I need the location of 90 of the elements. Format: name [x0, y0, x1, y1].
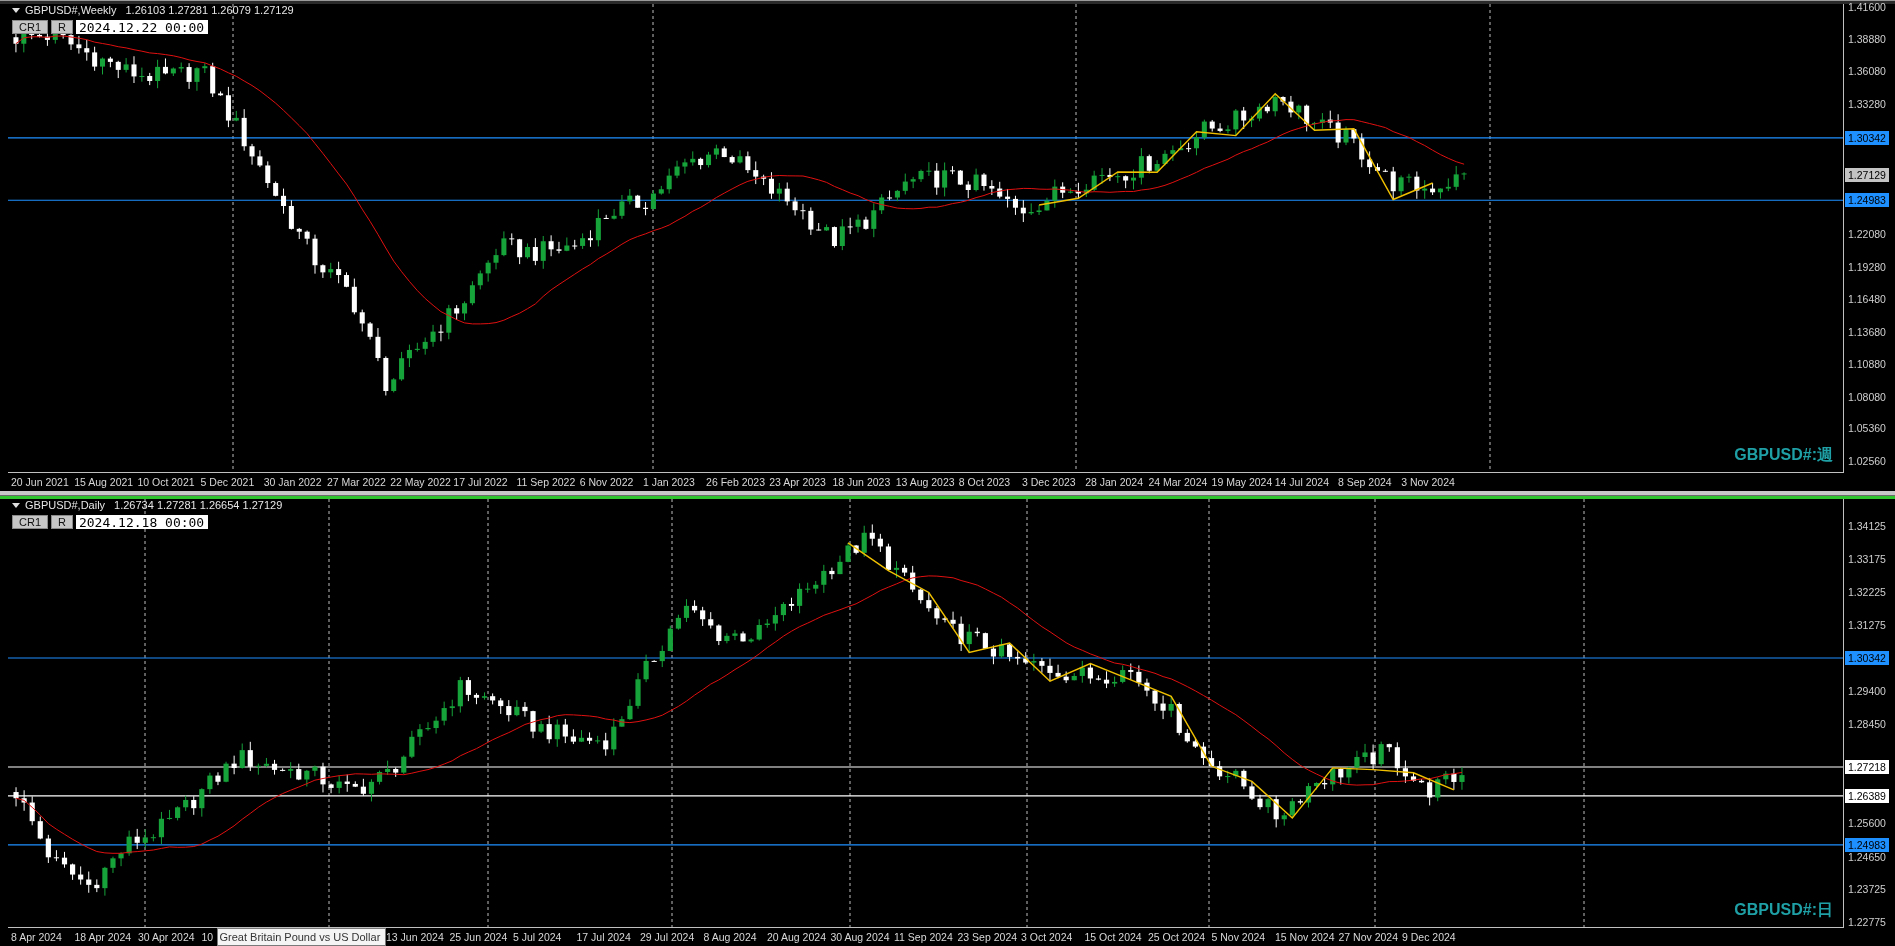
price-level-line[interactable] — [8, 137, 1843, 139]
chart-title: GBPUSD#,Daily — [25, 499, 106, 511]
date-tick-label: 8 Oct 2023 — [958, 476, 1011, 488]
date-tick-label: 19 May 2024 — [1211, 476, 1273, 488]
symbol-period-label: GBPUSD#:週 — [1734, 445, 1833, 465]
date-tick-label: 28 Jan 2024 — [1085, 476, 1143, 488]
date-tick-label: 13 Jun 2024 — [386, 931, 444, 943]
date-tick-label: 20 Aug 2024 — [767, 931, 826, 943]
date-tick-label: 10 Oct 2021 — [137, 476, 195, 488]
date-tick-label: 3 Dec 2023 — [1022, 476, 1076, 488]
date-tick-label: 25 Oct 2024 — [1148, 931, 1206, 943]
price-tick-label: 1.05360 — [1848, 421, 1886, 436]
date-input-field[interactable]: 2024.12.22 00:00 — [75, 20, 208, 34]
price-tick-label: 1.22080 — [1848, 227, 1886, 241]
date-tick-label: 11 Sep 2022 — [516, 476, 576, 488]
date-tick-label: 18 Apr 2024 — [74, 931, 132, 943]
price-tick-label: 1.08080 — [1848, 389, 1886, 404]
dropdown-caret-icon[interactable] — [12, 7, 20, 13]
price-tick-label: 1.25600 — [1848, 816, 1886, 831]
date-tick-label: 8 Aug 2024 — [703, 931, 757, 943]
date-tick-label: 14 Jul 2024 — [1274, 476, 1330, 488]
date-tick-label: 8 Sep 2024 — [1337, 476, 1392, 488]
date-tick-label: 25 Jun 2024 — [449, 931, 508, 943]
price-level-label: 1.27218 — [1845, 759, 1889, 774]
price-tick-label: 1.13680 — [1848, 324, 1886, 339]
date-tick-label: 30 Aug 2024 — [830, 931, 890, 943]
price-level-label: 1.30342 — [1845, 130, 1889, 145]
price-tick-label: 1.36080 — [1848, 64, 1886, 79]
date-tick-label: 30 Apr 2024 — [138, 931, 195, 943]
date-input-field[interactable]: 2024.12.18 00:00 — [75, 515, 208, 529]
price-level-label: 1.24983 — [1845, 837, 1889, 852]
dropdown-caret-icon[interactable] — [12, 502, 20, 508]
date-tick-label: 22 May 2022 — [390, 476, 451, 488]
price-tick-label: 1.22775 — [1848, 915, 1886, 929]
date-tick-label: 1 Jan 2023 — [642, 476, 695, 488]
date-tick-label: 23 Sep 2024 — [957, 931, 1018, 943]
date-tick-label: 13 Aug 2023 — [895, 476, 955, 488]
current-price-label: 1.27129 — [1845, 168, 1889, 183]
price-tick-label: 1.02560 — [1848, 454, 1886, 468]
date-tick-label: 10 — [201, 931, 214, 943]
date-tick-label: 15 Nov 2024 — [1275, 931, 1335, 943]
chart-tool-button[interactable]: R — [51, 20, 73, 34]
price-tick-label: 1.31275 — [1848, 618, 1886, 633]
date-tick-label: 24 Mar 2024 — [1148, 476, 1208, 488]
price-tick-label: 1.29400 — [1848, 683, 1886, 698]
date-tick-label: 9 Dec 2024 — [1402, 931, 1456, 943]
date-tick-label: 27 Nov 2024 — [1338, 931, 1399, 943]
chart-tool-button[interactable]: CR1 — [12, 515, 48, 529]
chart-tool-button[interactable]: R — [51, 515, 73, 529]
date-tick-label: 27 Mar 2022 — [326, 476, 386, 488]
chart-tool-button[interactable]: CR1 — [12, 20, 48, 34]
date-tick-label: 5 Nov 2024 — [1211, 931, 1266, 943]
date-tick-label: 17 Jul 2024 — [576, 931, 631, 943]
date-tick-label: 30 Jan 2022 — [263, 476, 322, 488]
tooltip: Great Britain Pound vs US Dollar — [216, 928, 386, 946]
date-tick-label: 3 Oct 2024 — [1021, 931, 1073, 943]
ohlc-values: 1.26734 1.27281 1.26654 1.27129 — [114, 499, 283, 511]
ohlc-values: 1.26103 1.27281 1.26079 1.27129 — [125, 4, 294, 16]
date-tick-label: 8 Apr 2024 — [11, 931, 62, 943]
date-tick-label: 23 Apr 2023 — [769, 476, 826, 488]
price-level-label: 1.26389 — [1845, 788, 1889, 803]
price-tick-label: 1.19280 — [1848, 259, 1886, 274]
price-tick-label: 1.33280 — [1848, 96, 1886, 111]
price-tick-label: 1.23725 — [1848, 881, 1886, 896]
price-level-label: 1.24983 — [1845, 193, 1889, 208]
date-tick-label: 17 Jul 2022 — [453, 476, 508, 488]
date-tick-label: 20 Jun 2021 — [11, 476, 69, 488]
price-tick-label: 1.32225 — [1848, 585, 1886, 600]
price-level-line[interactable] — [8, 199, 1843, 201]
date-tick-label: 5 Jul 2024 — [513, 931, 562, 943]
symbol-period-label: GBPUSD#:日 — [1734, 900, 1833, 920]
price-tick-label: 1.16480 — [1848, 292, 1886, 307]
price-tick-label: 1.33175 — [1848, 552, 1886, 567]
date-tick-label: 29 Jul 2024 — [640, 931, 695, 943]
date-tick-label: 6 Nov 2022 — [579, 476, 634, 488]
date-tick-label: 18 Jun 2023 — [832, 476, 891, 488]
price-tick-label: 1.28450 — [1848, 717, 1886, 731]
price-tick-label: 1.24650 — [1848, 849, 1886, 864]
price-tick-label: 1.38880 — [1848, 31, 1886, 46]
chart-title: GBPUSD#,Weekly — [25, 4, 117, 16]
date-tick-label: 11 Sep 2024 — [894, 931, 953, 943]
date-tick-label: 15 Aug 2021 — [74, 476, 134, 488]
date-tick-label: 5 Dec 2021 — [200, 476, 255, 488]
price-level-label: 1.30342 — [1845, 651, 1889, 665]
date-tick-label: 15 Oct 2024 — [1084, 931, 1142, 943]
date-tick-label: 3 Nov 2024 — [1401, 476, 1455, 488]
price-tick-label: 1.10880 — [1848, 357, 1886, 372]
price-tick-label: 1.41600 — [1848, 0, 1886, 14]
date-tick-label: 26 Feb 2023 — [706, 476, 766, 488]
price-tick-label: 1.34125 — [1848, 519, 1886, 533]
